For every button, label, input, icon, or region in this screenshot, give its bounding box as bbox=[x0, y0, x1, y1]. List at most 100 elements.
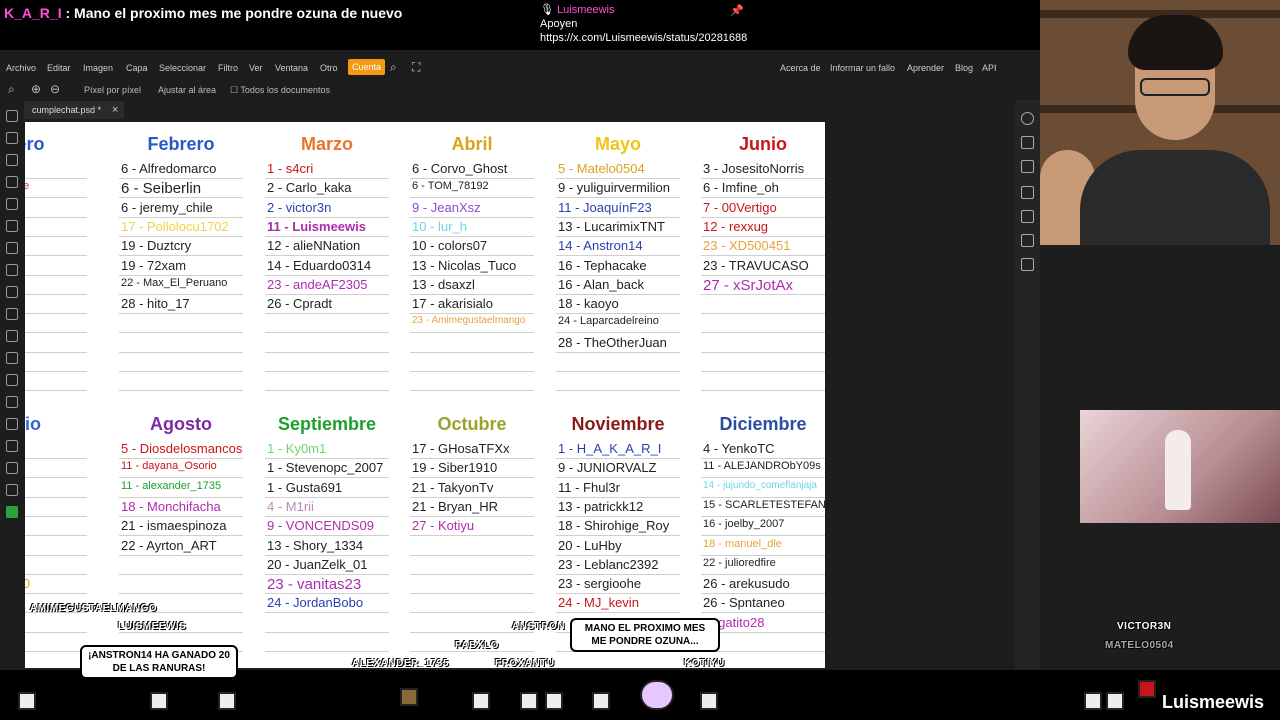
close-icon[interactable]: × bbox=[112, 104, 118, 116]
birthday-entry: 9 - JeanXsz bbox=[412, 200, 481, 215]
search-icon[interactable]: ⌕ bbox=[390, 60, 397, 75]
birthday-entry: 17 - GHosaTFXx bbox=[412, 441, 510, 456]
month-title-abril: Abril bbox=[451, 134, 493, 154]
ruled-line bbox=[410, 235, 534, 237]
avatar-sprite bbox=[1106, 692, 1124, 710]
birthday-entry: 18 - kaoyo bbox=[558, 296, 619, 311]
month-title-mayo: Mayo bbox=[594, 134, 641, 154]
birthday-entry: 6 - Imfine_oh bbox=[703, 180, 779, 195]
menu-blog[interactable]: Blog bbox=[955, 63, 973, 73]
chat-text-right-1: Apoyen bbox=[540, 18, 578, 30]
menu-seleccionar[interactable]: Seleccionar bbox=[159, 63, 206, 73]
history-icon[interactable] bbox=[1021, 136, 1034, 149]
birthday-text: 27 - xSrJotAx bbox=[703, 276, 794, 294]
hand-tool-icon[interactable] bbox=[6, 484, 18, 496]
all-docs-checkbox[interactable]: ☐ Todos los documentos bbox=[230, 85, 330, 96]
menu-capa[interactable]: Capa bbox=[126, 63, 148, 73]
ruled-line bbox=[556, 293, 680, 295]
character-icon[interactable] bbox=[1021, 186, 1034, 199]
menu-filtro[interactable]: Filtro bbox=[218, 63, 238, 73]
birthday-entry: 3 - JosesitoNorris bbox=[703, 161, 804, 176]
paragraph-icon[interactable] bbox=[1021, 210, 1034, 223]
document-canvas[interactable]: nero34_Pero_Verdensdely18eph_0719e_muren… bbox=[25, 122, 825, 668]
menu-otro[interactable]: Otro bbox=[320, 63, 338, 73]
birthday-text: 19 - 72xam bbox=[121, 257, 187, 273]
ruled-line bbox=[701, 573, 825, 575]
path-select-icon[interactable] bbox=[6, 440, 18, 452]
menubar: Archivo Editar Imagen Capa Seleccionar F… bbox=[0, 58, 1040, 78]
marquee-tool-icon[interactable] bbox=[6, 132, 18, 144]
side-video bbox=[1080, 410, 1280, 523]
pixel-button[interactable]: Píxel por píxel bbox=[84, 85, 141, 95]
fullscreen-icon[interactable]: ⛶ bbox=[412, 60, 420, 75]
ruled-line bbox=[701, 535, 825, 537]
ruled-line bbox=[25, 371, 87, 372]
birthday-text: 24 - JordanBobo bbox=[267, 595, 364, 611]
menu-informar[interactable]: Informar un fallo bbox=[830, 63, 895, 73]
overlay-name-alexander: ALEXANDER_1735 bbox=[352, 658, 450, 669]
birthday-entry: 4 - M1rii bbox=[267, 499, 314, 514]
info-icon[interactable] bbox=[1021, 112, 1034, 125]
menu-imagen[interactable]: Imagen bbox=[83, 63, 113, 73]
color-swatch-icon[interactable] bbox=[6, 506, 18, 518]
menu-ventana[interactable]: Ventana bbox=[275, 63, 308, 73]
birthday-entry: 18 - Monchifacha bbox=[121, 499, 221, 514]
ruled-line bbox=[265, 255, 389, 257]
ruled-line bbox=[119, 235, 243, 237]
ruled-line bbox=[410, 535, 534, 537]
birthday-text: 3 - JosesitoNorris bbox=[703, 161, 805, 176]
ruled-line bbox=[25, 235, 87, 237]
birthday-text: 14 - jujundo_comeflanjaja bbox=[703, 479, 817, 491]
ruled-line bbox=[25, 351, 87, 353]
chat-link[interactable]: https://x.com/Luismeewis/status/20281688 bbox=[540, 31, 747, 45]
account-button[interactable]: Cuenta bbox=[348, 59, 386, 75]
shape-tool-icon[interactable] bbox=[6, 462, 18, 474]
eyedropper-tool-icon[interactable] bbox=[6, 220, 18, 232]
move-tool-icon[interactable] bbox=[6, 110, 18, 122]
ruled-line bbox=[265, 651, 389, 652]
birthday-text: 19 - Siber1910 bbox=[412, 460, 498, 476]
eraser-tool-icon[interactable] bbox=[6, 308, 18, 320]
pin-icon: 📌 bbox=[730, 5, 744, 17]
bucket-tool-icon[interactable] bbox=[6, 330, 18, 342]
menu-archivo[interactable]: Archivo bbox=[6, 63, 36, 73]
stamp-tool-icon[interactable] bbox=[6, 286, 18, 298]
birthday-entry: 9 - yuliguirvermilion bbox=[558, 180, 670, 195]
wand-tool-icon[interactable] bbox=[6, 176, 18, 188]
month-title-diciembre: Diciembre bbox=[719, 414, 807, 434]
ruled-line bbox=[265, 515, 389, 517]
ruled-line bbox=[119, 216, 243, 218]
crop-tool-icon[interactable] bbox=[6, 198, 18, 210]
dodge-tool-icon[interactable] bbox=[6, 374, 18, 386]
text-tool-icon[interactable] bbox=[6, 418, 18, 430]
brush-settings-icon[interactable] bbox=[1021, 160, 1034, 173]
fit-button[interactable]: Ajustar al área bbox=[158, 85, 216, 95]
birthday-text: 10 - colors07 bbox=[412, 238, 488, 254]
birthday-entry: 23 - TRAVUCASO bbox=[703, 258, 809, 273]
zoom-out-icon[interactable]: ⊖ bbox=[50, 82, 60, 96]
chat-username: K_A_R_I bbox=[4, 5, 62, 21]
menu-aprender[interactable]: Aprender bbox=[907, 63, 944, 73]
menu-editar[interactable]: Editar bbox=[47, 63, 71, 73]
birthday-entry: 12 - alieNNation bbox=[267, 238, 360, 253]
pen-tool-icon[interactable] bbox=[6, 396, 18, 408]
birthday-text: 18 - Monchifacha bbox=[121, 498, 221, 514]
birthday-entry: 18 - Shirohige_Roy bbox=[558, 518, 669, 533]
zoom-icon[interactable]: ⌕ bbox=[8, 82, 15, 97]
birthday-text: 23 - Amimegustaelmango bbox=[412, 315, 526, 327]
brush-tool-icon[interactable] bbox=[6, 264, 18, 276]
tab-document[interactable]: cumplechat.psd * × bbox=[24, 101, 124, 119]
image-icon[interactable] bbox=[1021, 258, 1034, 271]
css-icon[interactable] bbox=[1021, 234, 1034, 247]
ruled-line bbox=[556, 554, 680, 556]
menu-ver[interactable]: Ver bbox=[249, 63, 263, 73]
menu-acerca[interactable]: Acerca de bbox=[780, 63, 821, 73]
heal-tool-icon[interactable] bbox=[6, 242, 18, 254]
zoom-in-icon[interactable]: ⊕ bbox=[31, 82, 41, 96]
birthday-text: 23 - vanitas23 bbox=[267, 576, 362, 594]
blur-tool-icon[interactable] bbox=[6, 352, 18, 364]
menu-api[interactable]: API bbox=[982, 63, 997, 73]
birthday-text: 14 - Eduardo0314 bbox=[267, 257, 372, 273]
lasso-tool-icon[interactable] bbox=[6, 154, 18, 166]
ruled-line bbox=[25, 631, 87, 633]
